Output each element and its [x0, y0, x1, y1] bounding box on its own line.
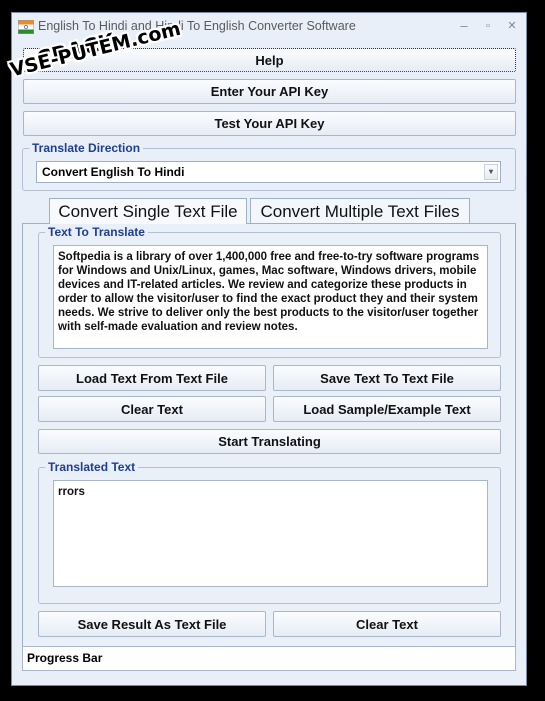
india-flag-app-icon: [18, 20, 34, 34]
clear-input-text-button[interactable]: Clear Text: [38, 396, 266, 422]
tab-convert-multiple[interactable]: Convert Multiple Text Files: [250, 198, 470, 224]
text-to-translate-input[interactable]: Softpedia is a library of over 1,400,000…: [53, 245, 488, 349]
chevron-down-icon[interactable]: ▾: [484, 164, 498, 180]
minimize-icon[interactable]: –: [454, 17, 474, 35]
close-icon[interactable]: ✕: [502, 17, 522, 35]
clear-result-button[interactable]: Clear Text: [273, 611, 501, 637]
tab-convert-single[interactable]: Convert Single Text File: [49, 198, 247, 224]
text-to-translate-group: Text To Translate Softpedia is a library…: [38, 225, 501, 358]
progress-bar: Progress Bar: [22, 646, 516, 671]
translate-direction-select[interactable]: Convert English To Hindi ▾: [36, 161, 501, 183]
save-text-to-file-button[interactable]: Save Text To Text File: [273, 365, 501, 391]
translated-text-group: Translated Text rrors: [38, 460, 501, 604]
translate-direction-label: Translate Direction: [29, 141, 144, 155]
load-sample-text-button[interactable]: Load Sample/Example Text: [273, 396, 501, 422]
single-file-tab-panel: Text To Translate Softpedia is a library…: [22, 223, 516, 647]
window-title: English To Hindi and Hindi To English Co…: [38, 19, 356, 33]
translate-direction-value: Convert English To Hindi: [42, 165, 185, 179]
load-text-from-file-button[interactable]: Load Text From Text File: [38, 365, 266, 391]
translated-text-label: Translated Text: [45, 460, 139, 474]
test-api-key-button[interactable]: Test Your API Key: [23, 111, 516, 136]
translated-text-output[interactable]: rrors: [53, 480, 488, 587]
app-window: English To Hindi and Hindi To English Co…: [11, 12, 527, 686]
enter-api-key-button[interactable]: Enter Your API Key: [23, 79, 516, 104]
translate-direction-group: Translate Direction Convert English To H…: [22, 141, 516, 191]
start-translating-button[interactable]: Start Translating: [38, 429, 501, 454]
text-to-translate-label: Text To Translate: [45, 225, 148, 239]
maximize-icon[interactable]: ▫: [478, 17, 498, 35]
save-result-button[interactable]: Save Result As Text File: [38, 611, 266, 637]
